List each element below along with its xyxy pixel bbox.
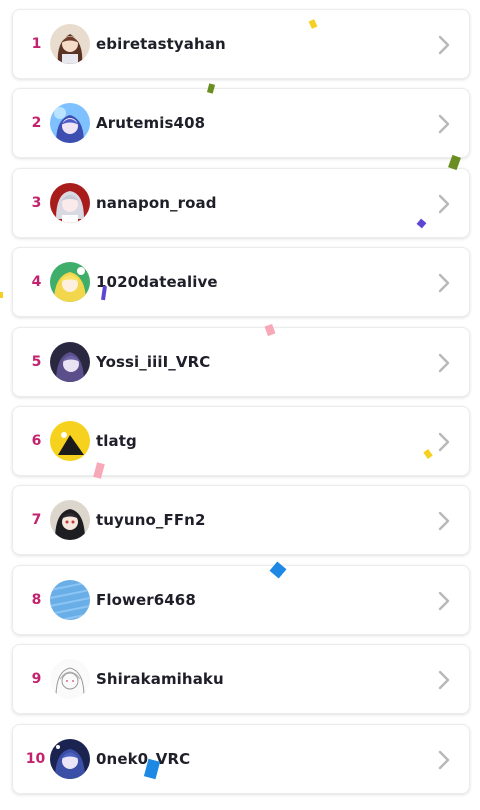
ranking-row[interactable]: 10 0nek0_VRC bbox=[12, 724, 470, 794]
username: Flower6468 bbox=[96, 591, 196, 609]
chevron-right-icon bbox=[438, 273, 450, 293]
chevron-right-icon bbox=[438, 511, 450, 531]
username: tlatg bbox=[96, 432, 137, 450]
ranking-row[interactable]: 9 Shirakamihaku bbox=[12, 644, 470, 714]
username: nanapon_road bbox=[96, 194, 217, 212]
ranking-row[interactable]: 1 ebiretastyahan bbox=[12, 9, 470, 79]
username: Yossi_iiiI_VRC bbox=[96, 353, 211, 371]
username: Arutemis408 bbox=[96, 114, 206, 132]
avatar-sketch-girl-icon bbox=[50, 659, 90, 699]
avatar-brown-hair-girl-icon bbox=[50, 24, 90, 64]
ranking-row[interactable]: 5 Yossi_iiiI_VRC bbox=[12, 327, 470, 397]
username: ebiretastyahan bbox=[96, 35, 226, 53]
chevron-right-icon bbox=[438, 591, 450, 611]
ranking-row[interactable]: 6 tlatg bbox=[12, 406, 470, 476]
ranking-row[interactable]: 4 1020datealive bbox=[12, 247, 470, 317]
ranking-row[interactable]: 7 tuyuno_FFn2 bbox=[12, 485, 470, 555]
chevron-right-icon bbox=[438, 432, 450, 452]
chevron-right-icon bbox=[438, 353, 450, 373]
chevron-right-icon bbox=[438, 114, 450, 134]
username: 1020datealive bbox=[96, 273, 218, 291]
ranking-row[interactable]: 8 Flower6468 bbox=[12, 565, 470, 635]
avatar-dark-purple-girl-icon bbox=[50, 342, 90, 382]
chevron-right-icon bbox=[438, 670, 450, 690]
avatar-yellow-hair-girl-icon bbox=[50, 262, 90, 302]
avatar-silver-hair-girl-icon bbox=[50, 183, 90, 223]
avatar-navy-hair-girl-icon bbox=[50, 739, 90, 779]
username: 0nek0_VRC bbox=[96, 750, 191, 768]
ranking-row[interactable]: 2 Arutemis408 bbox=[12, 88, 470, 158]
chevron-right-icon bbox=[438, 750, 450, 770]
ranking-list: 1 ebiretastyahan 2 Arutemis408 3 nanapon… bbox=[0, 0, 480, 810]
avatar-black-hair-girl-icon bbox=[50, 500, 90, 540]
avatar-blue-scribble-icon bbox=[50, 580, 90, 620]
avatar-blue-hair-girl-icon bbox=[50, 103, 90, 143]
ranking-row[interactable]: 3 nanapon_road bbox=[12, 168, 470, 238]
username: Shirakamihaku bbox=[96, 670, 224, 688]
chevron-right-icon bbox=[438, 194, 450, 214]
avatar-yellow-duck-icon bbox=[50, 421, 90, 461]
confetti-piece bbox=[0, 292, 3, 298]
chevron-right-icon bbox=[438, 35, 450, 55]
username: tuyuno_FFn2 bbox=[96, 511, 206, 529]
